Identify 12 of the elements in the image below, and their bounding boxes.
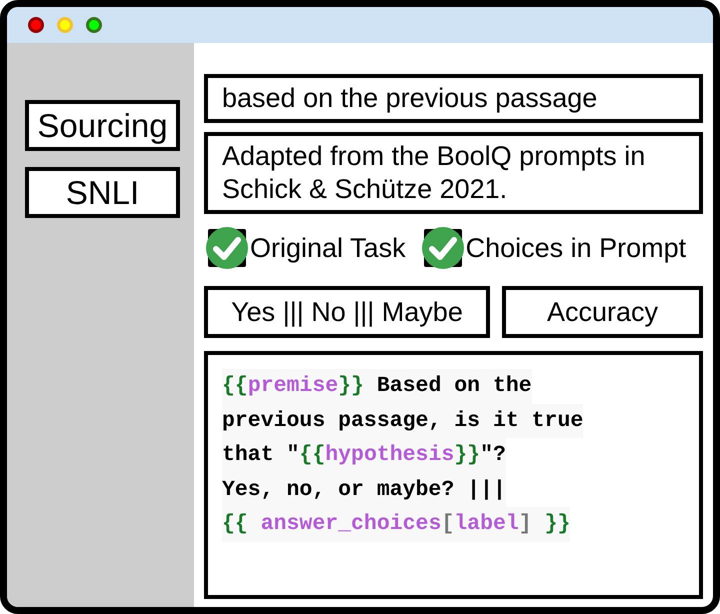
note-box: Adapted from the BoolQ prompts in Schick & Schütze 2021. xyxy=(204,132,703,214)
checkbox-label: Choices in Prompt xyxy=(466,232,686,264)
metric-box: Accuracy xyxy=(502,286,703,338)
checkbox[interactable] xyxy=(204,225,250,271)
checkbox-label: Original Task xyxy=(250,232,406,264)
sidebar-item[interactable]: Sourcing xyxy=(25,100,180,151)
checkbox[interactable] xyxy=(420,225,466,271)
choices-box: Yes ||| No ||| Maybe xyxy=(204,286,490,338)
close-button[interactable] xyxy=(28,17,44,33)
answer-name-box: based on the previous passage xyxy=(204,74,703,123)
sidebar-item[interactable]: SNLI xyxy=(25,167,180,218)
maximize-button[interactable] xyxy=(86,17,102,33)
